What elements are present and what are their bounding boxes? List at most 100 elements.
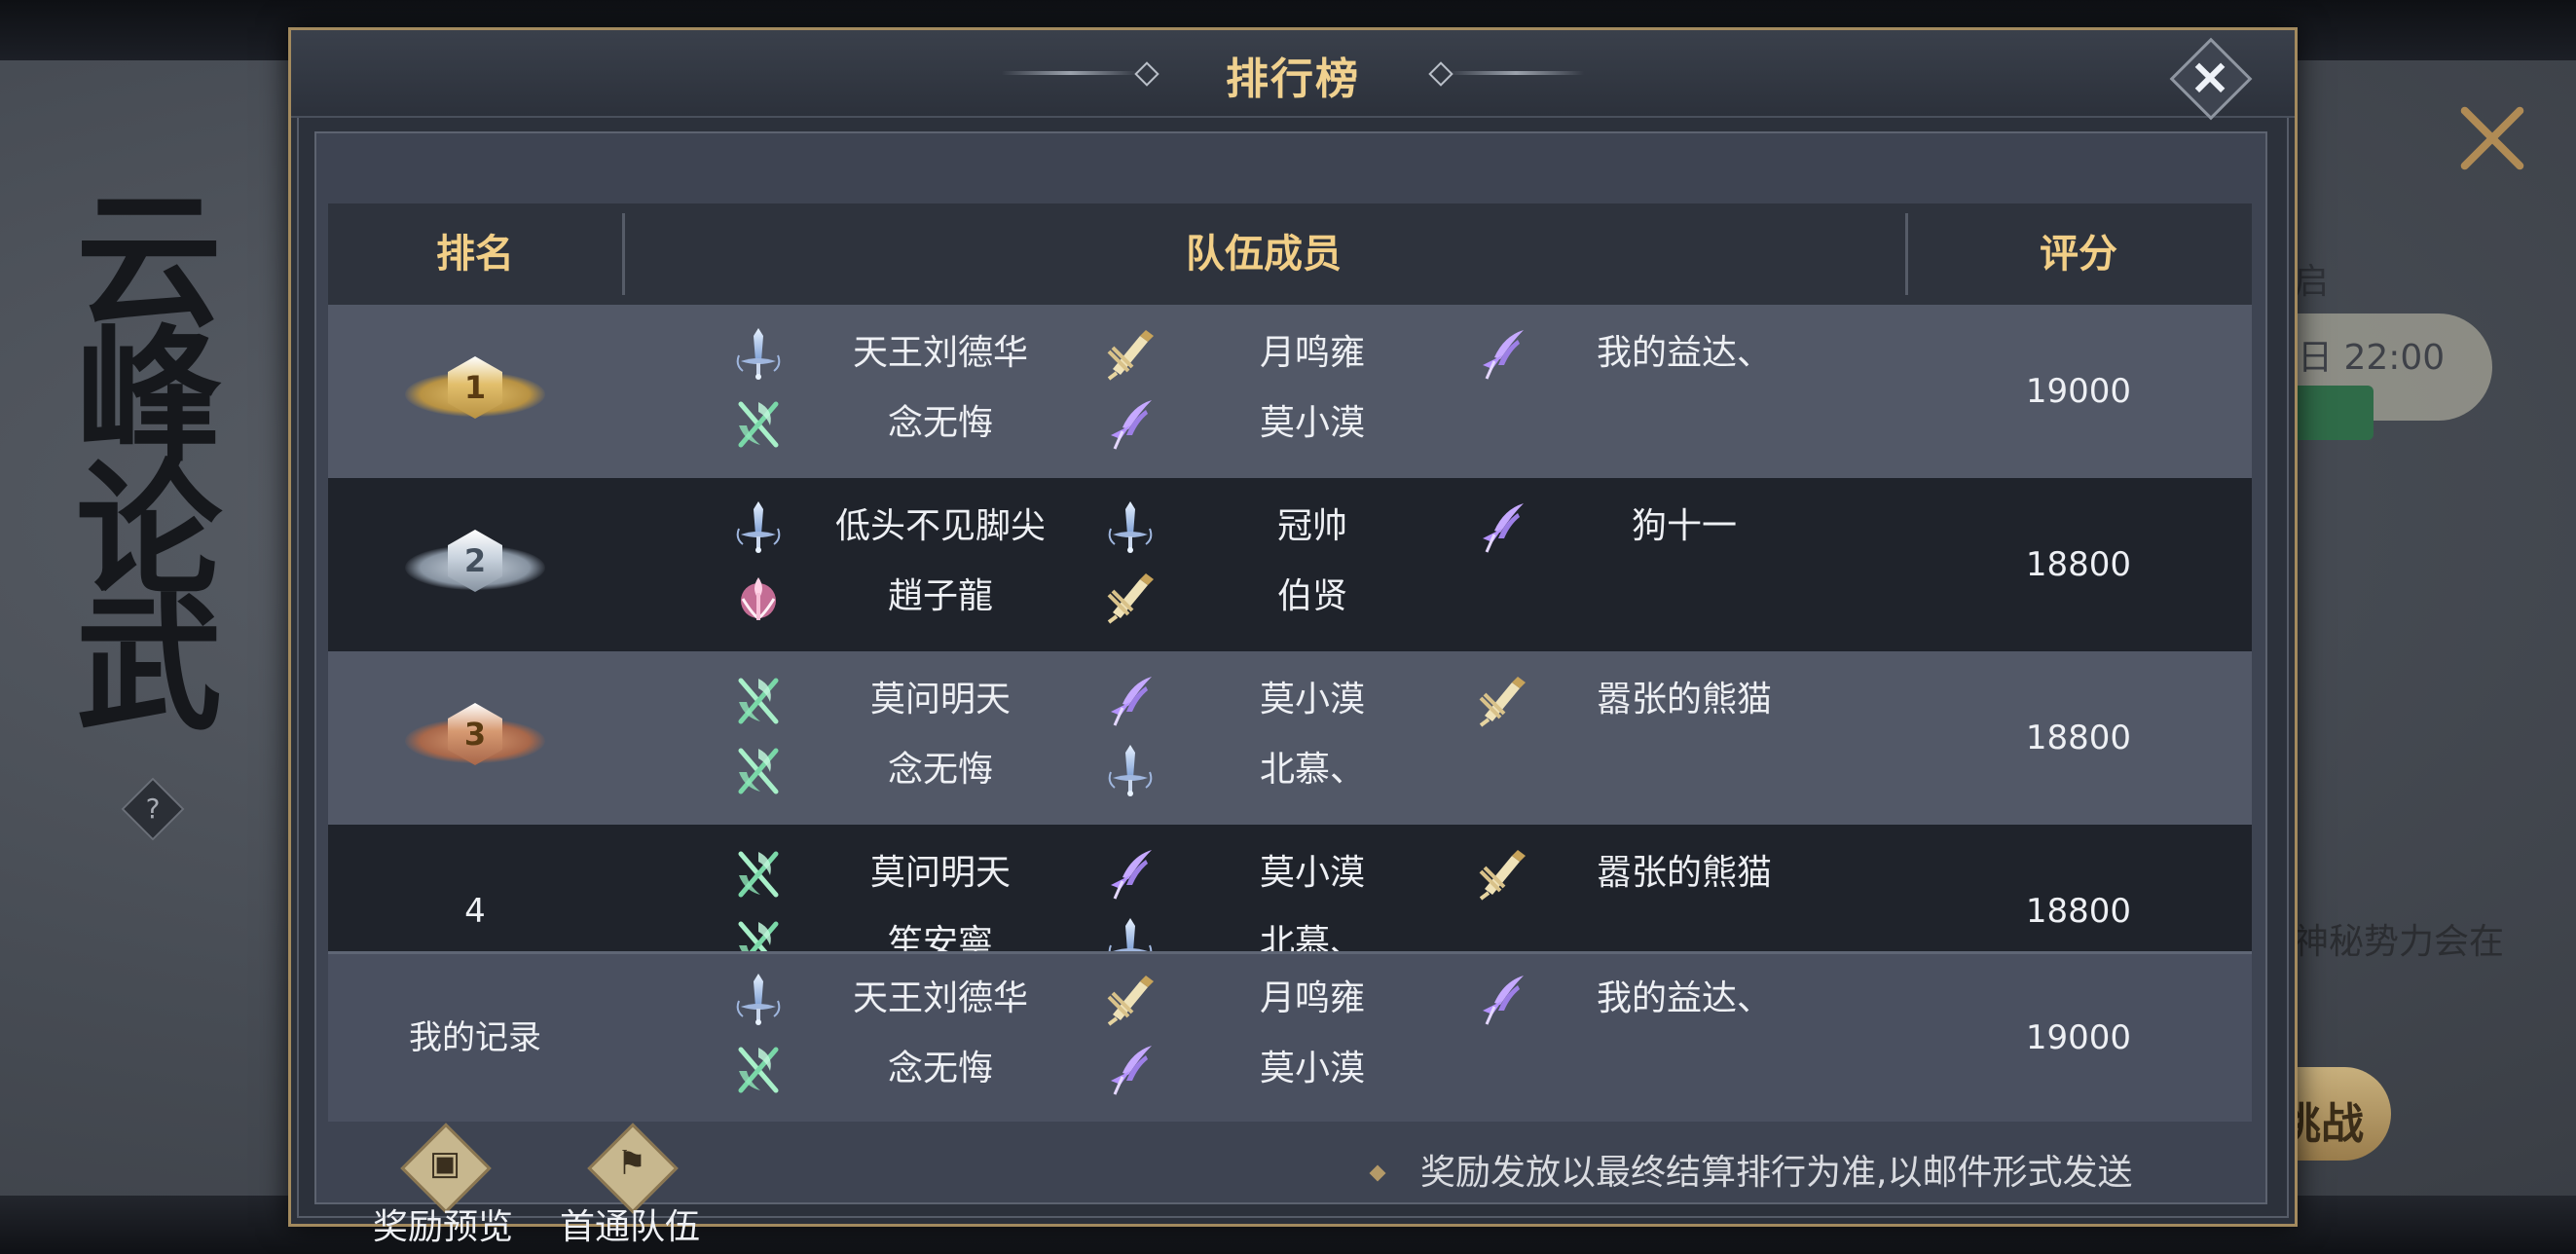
- first-clear-team-label: 首通队伍: [559, 1207, 700, 1247]
- team-member[interactable]: 嚣张的熊猫: [1475, 842, 1845, 904]
- member-name: 天王刘德华: [852, 978, 1028, 1018]
- rank-cell: 1: [328, 305, 622, 478]
- rank-number: 2: [463, 542, 487, 579]
- help-icon[interactable]: ?: [130, 787, 175, 831]
- team-member[interactable]: 莫小漠: [1103, 842, 1473, 904]
- background-close-icon[interactable]: [2453, 99, 2531, 177]
- reward-notice-text: 奖励发放以最终结算排行为准,以邮件形式发送: [1420, 1153, 2133, 1193]
- scroll-brush-class-icon: [1475, 673, 1529, 727]
- scroll-brush-class-icon: [1103, 570, 1158, 624]
- team-member[interactable]: 天王刘德华: [731, 322, 1101, 385]
- ranking-list[interactable]: 1 天王刘德华 月鸣雍 我的益达、 念无悔 莫小漠 19000 2 低头不见脚尖…: [328, 305, 2252, 951]
- close-icon: ×: [2189, 48, 2231, 106]
- ranking-row[interactable]: 1 天王刘德华 月鸣雍 我的益达、 念无悔 莫小漠 19000: [328, 305, 2252, 478]
- twin-blades-class-icon: [731, 743, 786, 797]
- header-score: 评分: [2040, 232, 2117, 277]
- member-name: 我的益达、: [1596, 978, 1772, 1018]
- team-member[interactable]: 北慕、: [1103, 739, 1473, 801]
- twin-blades-class-icon: [731, 916, 786, 951]
- team-member[interactable]: 莫小漠: [1103, 1038, 1473, 1100]
- team-member[interactable]: 莫问明天: [731, 669, 1101, 731]
- silver-medal-icon: 2: [405, 516, 545, 613]
- team-member[interactable]: 北慕、: [1103, 912, 1473, 951]
- team-member[interactable]: 我的益达、: [1475, 968, 1845, 1030]
- feather-blade-class-icon: [1103, 396, 1158, 451]
- team-member[interactable]: 月鸣雍: [1103, 322, 1473, 385]
- banner-flag-icon: ⚑: [616, 1144, 647, 1183]
- background-description-text: 神秘势力会在: [2294, 922, 2505, 962]
- team-member[interactable]: 冠帅: [1103, 496, 1473, 558]
- sword-class-icon: [1103, 499, 1158, 554]
- member-name: 月鸣雍: [1259, 978, 1365, 1018]
- leaderboard-content: 排名 队伍成员 评分 1 天王刘德华 月鸣雍 我的益达、 念无悔 莫小漠 190…: [314, 131, 2267, 1247]
- score-value: 18800: [2025, 545, 2132, 584]
- twin-blades-class-icon: [731, 673, 786, 727]
- member-name: 趙子龍: [887, 576, 993, 616]
- member-name: 天王刘德华: [852, 333, 1028, 373]
- sword-class-icon: [1103, 916, 1158, 951]
- team-member[interactable]: 笙安寧: [731, 912, 1101, 951]
- team-member[interactable]: 月鸣雍: [1103, 968, 1473, 1030]
- member-name: 低头不见脚尖: [834, 506, 1046, 546]
- rank-number: 3: [463, 716, 487, 753]
- header-team-members: 队伍成员: [1186, 232, 1342, 277]
- team-member[interactable]: 念无悔: [731, 739, 1101, 801]
- team-member[interactable]: 念无悔: [731, 1038, 1101, 1100]
- rank-cell: 4: [328, 825, 622, 951]
- team-member[interactable]: 狗十一: [1475, 496, 1845, 558]
- calligraphy-char: 云: [76, 176, 223, 348]
- team-member[interactable]: 莫问明天: [731, 842, 1101, 904]
- rank-cell: 2: [328, 478, 622, 651]
- member-name: 莫小漠: [1259, 403, 1365, 443]
- table-header: 排名 队伍成员 评分: [328, 203, 2252, 305]
- ranking-row[interactable]: 3 莫问明天 莫小漠 嚣张的熊猫 念无悔 北慕、 18800: [328, 651, 2252, 825]
- team-member[interactable]: 伯贤: [1103, 566, 1473, 628]
- team-member[interactable]: 念无悔: [731, 392, 1101, 455]
- background-text: 启: [2294, 262, 2330, 302]
- reward-notice: 奖励发放以最终结算排行为准,以邮件形式发送: [1369, 1146, 2248, 1200]
- team-member[interactable]: 莫小漠: [1103, 392, 1473, 455]
- member-name: 笙安寧: [887, 923, 993, 951]
- member-name: 狗十一: [1631, 506, 1737, 546]
- member-name: 北慕、: [1259, 923, 1365, 951]
- member-name: 莫问明天: [869, 680, 1011, 719]
- reward-preview-button[interactable]: ▣ 奖励预览: [355, 1123, 531, 1247]
- team-member[interactable]: 趙子龍: [731, 566, 1101, 628]
- team-member[interactable]: 我的益达、: [1475, 322, 1845, 385]
- my-record-label: 我的记录: [409, 1018, 541, 1057]
- ranking-row[interactable]: 2 低头不见脚尖 冠帅 狗十一 趙子龍 伯贤 18800: [328, 478, 2252, 651]
- sword-class-icon: [731, 972, 786, 1026]
- member-name: 念无悔: [887, 750, 993, 790]
- scroll-brush-class-icon: [1475, 846, 1529, 901]
- member-name: 莫小漠: [1259, 680, 1365, 719]
- lotus-staff-class-icon: [731, 570, 786, 624]
- member-name: 莫小漠: [1259, 1049, 1365, 1088]
- feather-blade-class-icon: [1475, 326, 1529, 381]
- member-name: 北慕、: [1259, 750, 1365, 790]
- close-button[interactable]: ×: [2176, 44, 2244, 112]
- rank-number: 4: [464, 892, 486, 931]
- treasure-chest-icon: ▣: [428, 1144, 461, 1183]
- team-member[interactable]: 低头不见脚尖: [731, 496, 1101, 558]
- background-time-text: 日 22:00: [2298, 338, 2446, 378]
- reward-preview-label: 奖励预览: [372, 1207, 513, 1247]
- feather-blade-class-icon: [1475, 499, 1529, 554]
- team-member[interactable]: 天王刘德华: [731, 968, 1101, 1030]
- first-clear-team-button[interactable]: ⚑ 首通队伍: [542, 1123, 718, 1247]
- sword-class-icon: [1103, 743, 1158, 797]
- sword-class-icon: [731, 326, 786, 381]
- feather-blade-class-icon: [1103, 1042, 1158, 1096]
- bronze-medal-icon: 3: [405, 689, 545, 787]
- scroll-brush-class-icon: [1103, 326, 1158, 381]
- feather-blade-class-icon: [1475, 972, 1529, 1026]
- team-member[interactable]: 嚣张的熊猫: [1475, 669, 1845, 731]
- twin-blades-class-icon: [731, 1042, 786, 1096]
- calligraphy-char: 武: [76, 579, 223, 751]
- score-value: 19000: [2025, 372, 2132, 411]
- member-name: 我的益达、: [1596, 333, 1772, 373]
- calligraphy-char: 论: [76, 445, 223, 616]
- team-member[interactable]: 莫小漠: [1103, 669, 1473, 731]
- ranking-row[interactable]: 4 莫问明天 莫小漠 嚣张的熊猫 笙安寧 北慕、 18800: [328, 825, 2252, 951]
- scroll-brush-class-icon: [1103, 972, 1158, 1026]
- member-name: 嚣张的熊猫: [1596, 680, 1772, 719]
